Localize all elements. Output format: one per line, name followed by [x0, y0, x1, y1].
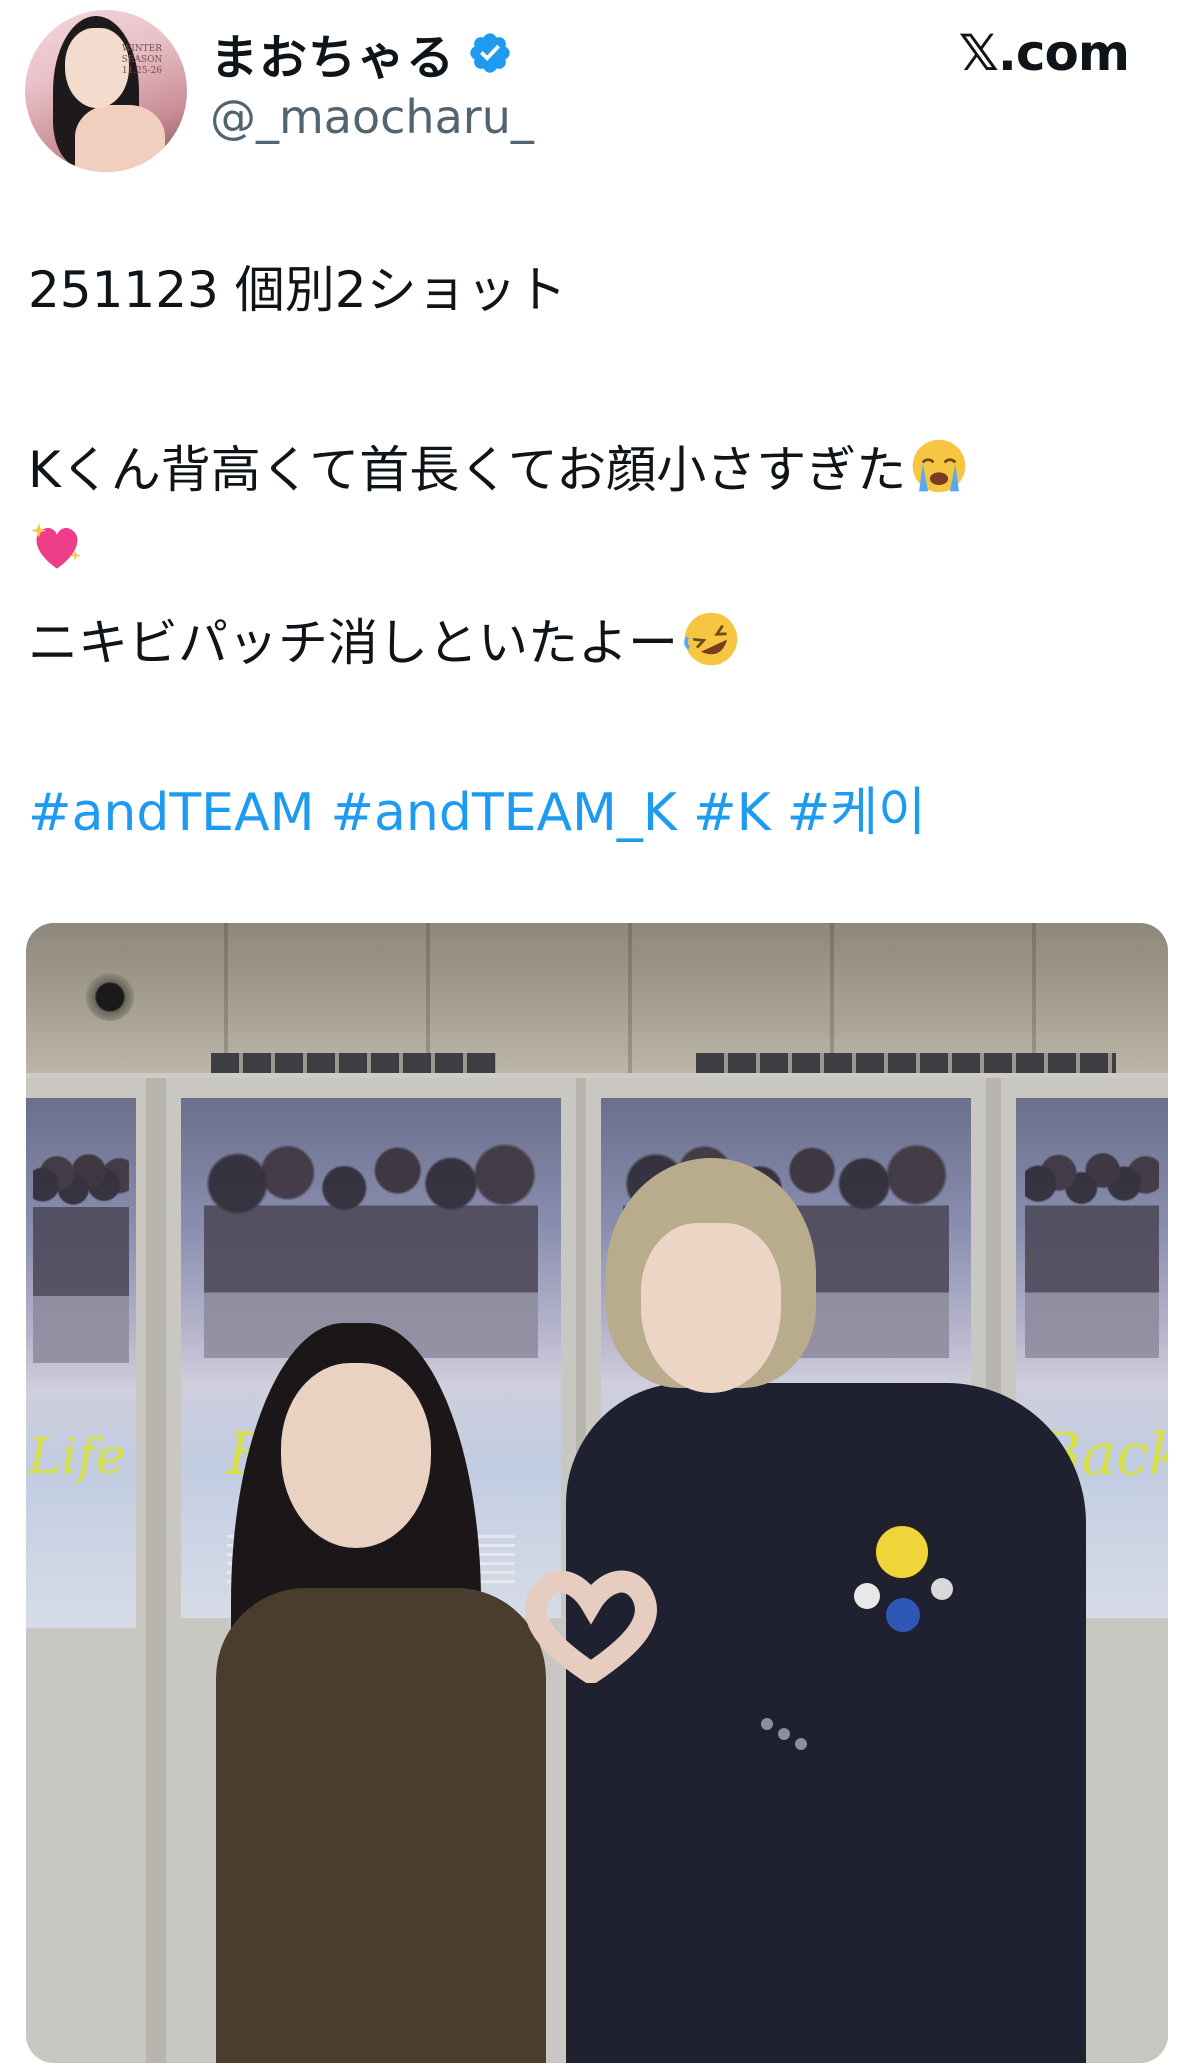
poster-script-text: Life — [28, 1426, 126, 1485]
photo-wall-vent — [86, 973, 134, 1021]
sparkling-heart-icon — [31, 523, 81, 569]
display-name-row[interactable]: まおちゃる — [210, 22, 513, 86]
photo-person-jacket — [566, 1383, 1086, 2063]
avatar-caption: WINTER SEASON 11.25-26 — [121, 44, 163, 76]
tweet-line-4-text: ニキビパッチ消しといたよー — [28, 614, 678, 672]
tweet-line-4: ニキビパッチ消しといたよー — [28, 610, 1158, 673]
photo-window-strip — [211, 1053, 496, 1075]
user-avatar[interactable]: WINTER SEASON 11.25-26 — [25, 10, 187, 172]
photo-pin-badge — [886, 1598, 920, 1632]
photo-ceiling-lines — [26, 923, 1168, 1073]
jacket-button — [761, 1718, 773, 1730]
photo-poster: Life — [26, 1098, 136, 1628]
tweet-photo[interactable]: Life Back Back Back — [26, 923, 1168, 2063]
photo-person-face — [281, 1363, 431, 1548]
photo-person-cardigan — [216, 1588, 546, 2063]
tweet-header: WINTER SEASON 11.25-26 まおちゃる @_maocharu_… — [0, 0, 1193, 175]
poster-artwork — [1025, 1139, 1159, 1358]
photo-pin-badge — [873, 1523, 931, 1581]
photo-person-face — [641, 1223, 781, 1393]
tweet-line-1: 251123 個別2ショット — [28, 261, 567, 319]
hashtag-list: #andTEAM #andTEAM_K #K #케이 — [28, 780, 926, 846]
x-logo-label: 𝕏.com — [958, 24, 1130, 82]
rolling-on-floor-laughing-icon — [684, 612, 738, 666]
photo-pin-badge — [931, 1578, 953, 1600]
tweet-line-2-text: Kくん背高くて首長くてお顔小さすぎた — [28, 441, 907, 499]
photo-window-strip — [696, 1053, 1116, 1075]
user-handle[interactable]: @_maocharu_ — [210, 90, 534, 144]
hashtag-link[interactable]: #케이 — [787, 780, 926, 846]
poster-artwork — [32, 1140, 130, 1363]
verified-badge-icon — [470, 33, 510, 73]
photo-pin-badge — [854, 1583, 880, 1609]
hashtag-link[interactable]: #andTEAM — [28, 780, 314, 846]
avatar-shoulders — [75, 105, 165, 172]
tweet-line-3 — [28, 516, 1158, 579]
display-name[interactable]: まおちゃる — [210, 18, 455, 88]
hashtag-link[interactable]: #K — [693, 780, 771, 846]
heart-hands-icon — [525, 1570, 657, 1683]
hashtag-link[interactable]: #andTEAM_K — [330, 780, 677, 846]
tweet-line-2: Kくん背高くて首長くてお顔小さすぎた — [28, 437, 1158, 500]
jacket-button — [778, 1728, 790, 1740]
loudly-crying-face-icon — [913, 439, 966, 493]
jacket-button — [795, 1738, 807, 1750]
